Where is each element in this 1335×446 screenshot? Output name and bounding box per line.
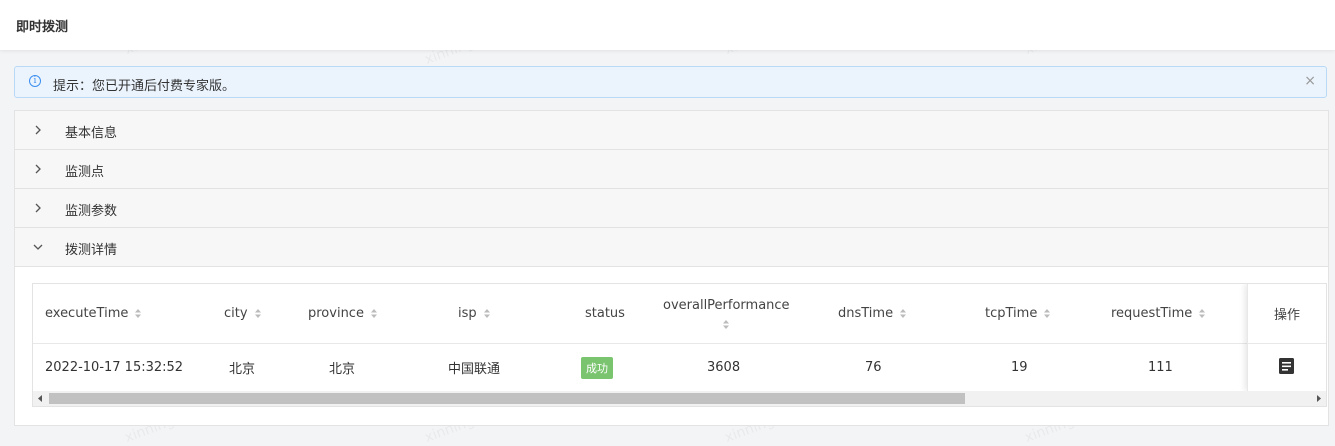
info-alert: i 提示：您已开通后付费专家版。 ×	[14, 66, 1327, 98]
column-header-operations: 操作	[1273, 308, 1300, 323]
sort-icon[interactable]	[722, 319, 730, 330]
header-divider	[1248, 343, 1326, 344]
column-header-tcptime[interactable]: tcpTime	[985, 284, 1051, 343]
sort-icon[interactable]	[483, 308, 491, 319]
operations-column: 操作	[1247, 284, 1326, 391]
section-label: 监测点	[65, 165, 105, 180]
scrollbar-thumb[interactable]	[49, 393, 965, 404]
cell-executetime: 2022-10-17 15:32:52	[45, 360, 184, 375]
chevron-down-icon	[33, 244, 43, 250]
column-label: city	[224, 306, 248, 321]
sort-icon[interactable]	[1198, 308, 1206, 319]
results-table: executeTime city province isp status ove…	[32, 283, 1327, 407]
column-label: requestTime	[1111, 306, 1193, 321]
column-header-requesttime[interactable]: requestTime	[1111, 284, 1206, 343]
column-label: isp	[458, 306, 477, 321]
section-basic-info[interactable]: 基本信息	[15, 111, 1328, 150]
section-monitor-points[interactable]: 监测点	[15, 150, 1328, 189]
column-label: status	[585, 306, 625, 321]
column-label: province	[308, 306, 364, 321]
sort-icon[interactable]	[134, 308, 142, 319]
chevron-right-icon	[35, 203, 41, 213]
column-header-dnstime[interactable]: dnsTime	[838, 284, 907, 343]
section-label: 基本信息	[65, 126, 118, 141]
page-title: 即时拨测	[16, 20, 69, 35]
alert-message: 提示：您已开通后付费专家版。	[53, 79, 236, 94]
collapse-panel: 基本信息 监测点 监测参数 拨测详情 executeTime city prov…	[14, 110, 1329, 426]
section-label: 拨测详情	[65, 243, 118, 258]
scroll-right-icon[interactable]	[1316, 395, 1322, 402]
cell-overallperformance: 3608	[707, 360, 741, 375]
status-badge: 成功	[581, 356, 613, 379]
cell-isp: 中国联通	[448, 362, 501, 377]
section-dial-details[interactable]: 拨测详情	[15, 228, 1328, 267]
page-header: 即时拨测	[0, 0, 1335, 50]
cell-city: 北京	[229, 362, 256, 377]
cell-province: 北京	[329, 362, 356, 377]
close-icon[interactable]: ×	[1304, 73, 1316, 89]
chevron-right-icon	[35, 125, 41, 135]
sort-icon[interactable]	[370, 308, 378, 319]
sort-icon[interactable]	[1043, 308, 1051, 319]
cell-requesttime: 111	[1148, 360, 1173, 375]
document-icon[interactable]	[1278, 357, 1295, 375]
chevron-right-icon	[35, 164, 41, 174]
column-header-province[interactable]: province	[308, 284, 378, 343]
cell-dnstime: 76	[865, 360, 882, 375]
sort-icon[interactable]	[254, 308, 262, 319]
column-label: overallPerformance	[663, 297, 790, 313]
sort-icon[interactable]	[899, 308, 907, 319]
horizontal-scrollbar[interactable]	[33, 391, 1326, 406]
cell-tcptime: 19	[1011, 360, 1028, 375]
section-label: 监测参数	[65, 204, 118, 219]
header-divider	[33, 343, 1326, 344]
scroll-left-icon[interactable]	[37, 395, 43, 402]
column-label: executeTime	[45, 306, 129, 321]
info-icon: i	[29, 75, 41, 87]
column-label: tcpTime	[985, 306, 1038, 321]
column-header-isp[interactable]: isp	[458, 284, 491, 343]
cell-status: 成功	[581, 344, 613, 391]
column-label: dnsTime	[838, 306, 894, 321]
column-header-executetime[interactable]: executeTime	[45, 284, 142, 343]
column-header-overallperformance[interactable]: overallPerformance	[663, 284, 790, 343]
column-header-status: status	[585, 284, 625, 343]
column-header-city[interactable]: city	[224, 284, 262, 343]
section-monitor-params[interactable]: 监测参数	[15, 189, 1328, 228]
